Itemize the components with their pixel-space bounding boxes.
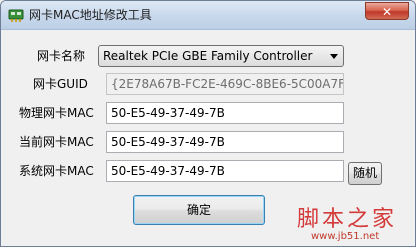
adapter-guid-field: {2E78A67B-FC2E-469C-8BE6-5C00A7F758 (106, 73, 344, 95)
close-button[interactable]: ✕ (365, 2, 409, 20)
physical-mac-value: 50-E5-49-37-49-7B (111, 106, 225, 120)
adapter-name-value: Realtek PCIe GBE Family Controller (103, 49, 313, 63)
watermark-text: 脚本之家 (297, 207, 398, 232)
system-mac-label: 系统网卡MAC (19, 164, 94, 178)
title-bar[interactable]: 网卡MAC地址修改工具 ✕ (1, 1, 415, 30)
system-mac-value: 50-E5-49-37-49-7B (111, 164, 225, 178)
current-mac-field[interactable]: 50-E5-49-37-49-7B (106, 131, 344, 153)
current-mac-label: 当前网卡MAC (19, 135, 94, 149)
adapter-name-select[interactable]: Realtek PCIe GBE Family Controller (98, 45, 344, 67)
random-button-label: 随机 (352, 166, 377, 180)
current-mac-value: 50-E5-49-37-49-7B (111, 135, 225, 149)
physical-mac-field[interactable]: 50-E5-49-37-49-7B (106, 102, 344, 124)
close-icon: ✕ (381, 5, 393, 19)
adapter-name-label: 网卡名称 (37, 49, 86, 63)
app-window: 网卡MAC地址修改工具 ✕ 网卡名称 Realtek PCIe GBE Fami… (0, 0, 416, 247)
watermark-url: www.jb51.net (311, 231, 380, 242)
system-mac-field[interactable]: 50-E5-49-37-49-7B (106, 160, 344, 182)
chevron-down-icon (330, 54, 338, 59)
adapter-guid-value: {2E78A67B-FC2E-469C-8BE6-5C00A7F758 (111, 77, 344, 91)
random-button[interactable]: 随机 (348, 162, 382, 185)
window-title: 网卡MAC地址修改工具 (29, 8, 152, 22)
adapter-guid-label: 网卡GUID (33, 77, 88, 91)
ok-button-label: 确定 (186, 203, 211, 217)
site-watermark: 脚本之家 www.jb51.net (297, 201, 415, 246)
network-card-icon (8, 9, 24, 22)
physical-mac-label: 物理网卡MAC (19, 106, 94, 120)
ok-button[interactable]: 确定 (133, 195, 265, 225)
